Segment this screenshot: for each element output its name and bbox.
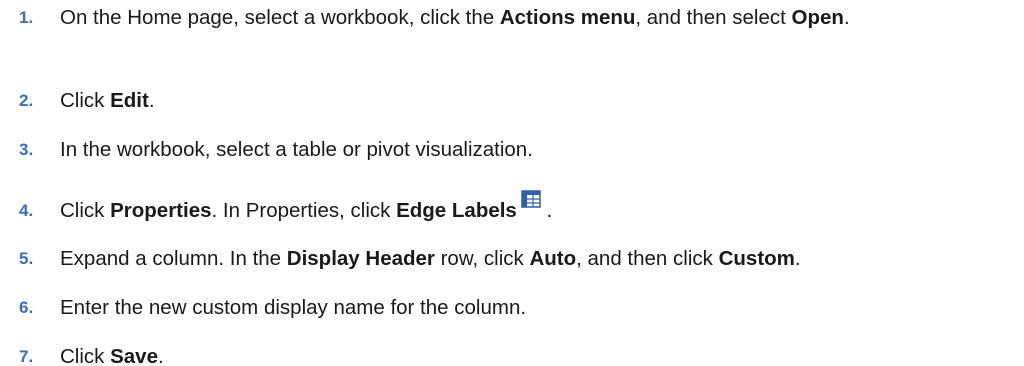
step-number: 7.	[19, 347, 34, 366]
step-number: 1.	[19, 8, 34, 27]
step-text: Click Save.	[60, 345, 164, 366]
ui-term-actions-menu: Actions menu	[499, 6, 636, 29]
ui-term-edge-labels: Edge Labels	[396, 199, 517, 222]
ui-term-properties: Properties	[110, 199, 212, 222]
step-text: Expand a column. In the Display Header r…	[60, 247, 801, 270]
step-number: 3.	[19, 140, 34, 159]
ui-term-auto: Auto	[529, 247, 577, 270]
ui-term-display-header: Display Header	[286, 247, 435, 270]
procedure-steps-list: 1. On the Home page, select a workbook, …	[0, 0, 1024, 366]
ui-term-open: Open	[791, 6, 844, 29]
step-number: 6.	[19, 298, 34, 317]
step-text: On the Home page, select a workbook, cli…	[60, 6, 850, 29]
step-number: 4.	[19, 201, 34, 220]
edge-labels-icon	[521, 190, 541, 208]
ui-term-save: Save	[110, 345, 158, 366]
step-number: 5.	[19, 249, 34, 268]
step-text: Click Edit.	[60, 89, 155, 112]
step-text: Enter the new custom display name for th…	[60, 296, 527, 319]
step-text: Click Properties. In Properties, click E…	[60, 190, 1020, 224]
ui-term-edit: Edit	[110, 89, 149, 112]
step-number: 2.	[19, 91, 34, 110]
ui-term-custom: Custom	[718, 247, 795, 270]
step-text: In the workbook, select a table or pivot…	[60, 138, 533, 161]
